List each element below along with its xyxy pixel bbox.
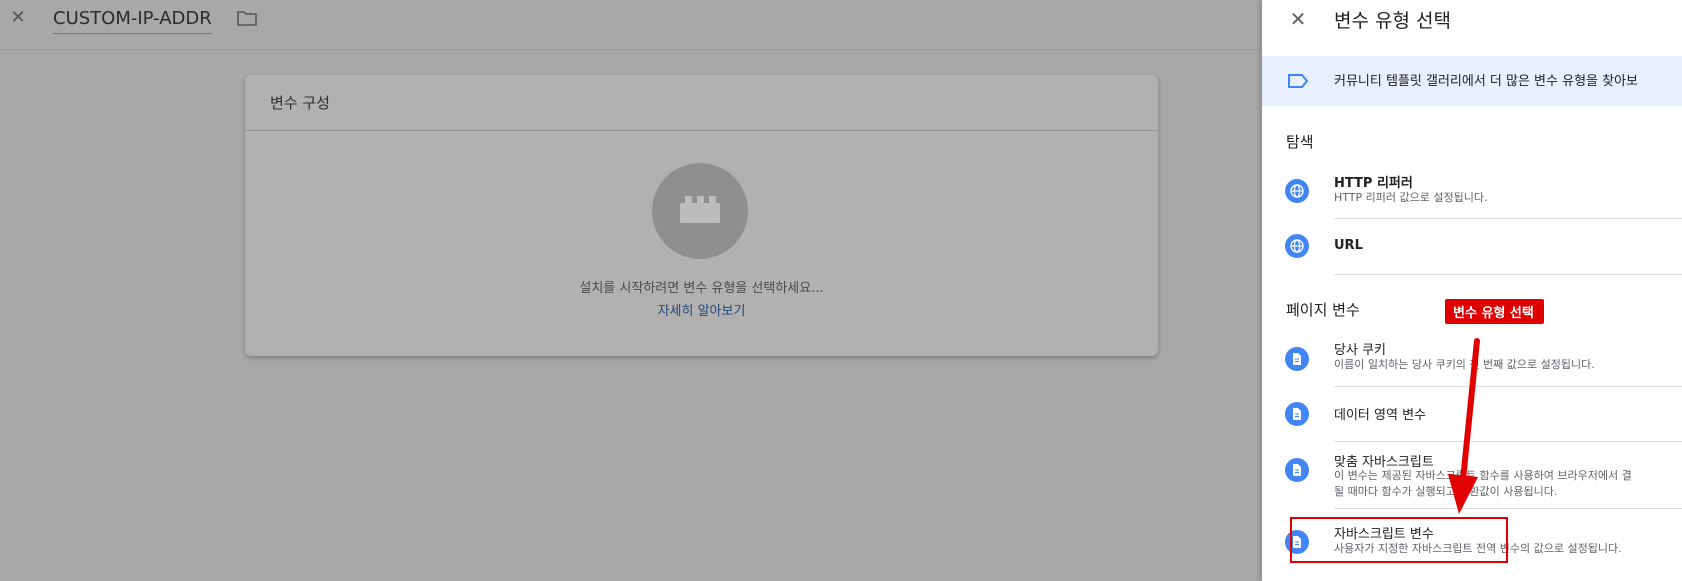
variable-type-http-referrer[interactable]: HTTP 리퍼러 HTTP 리퍼러 값으로 설정됩니다. bbox=[1262, 165, 1682, 220]
item-name: URL bbox=[1334, 238, 1363, 253]
choose-variable-type-panel: ✕ 변수 유형 선택 커뮤니티 템플릿 갤러리에서 더 많은 변수 유형을 찾아… bbox=[1262, 0, 1682, 581]
globe-icon bbox=[1285, 234, 1309, 258]
variable-type-first-party-cookie[interactable]: 당사 쿠키 이름이 일치하는 당사 쿠키의 첫 번째 값으로 설정됩니다. bbox=[1262, 332, 1682, 387]
section-heading-page-variables: 페이지 변수 bbox=[1286, 301, 1360, 319]
close-editor-icon[interactable]: ✕ bbox=[8, 8, 28, 28]
item-name: HTTP 리퍼러 bbox=[1334, 176, 1413, 191]
document-icon bbox=[1285, 458, 1309, 482]
building-block-icon[interactable] bbox=[652, 163, 748, 259]
item-description-line-2: 될 때마다 함수가 실행되고 반환값이 사용됩니다. bbox=[1334, 485, 1558, 498]
close-panel-icon[interactable]: ✕ bbox=[1286, 7, 1310, 31]
item-name: 당사 쿠키 bbox=[1334, 343, 1386, 358]
community-gallery-banner[interactable]: 커뮤니티 템플릿 갤러리에서 더 많은 변수 유형을 찾아보 bbox=[1262, 56, 1682, 106]
panel-title: 변수 유형 선택 bbox=[1334, 10, 1451, 32]
tag-icon bbox=[1288, 74, 1309, 88]
highlight-box bbox=[1290, 517, 1508, 563]
section-heading-navigation: 탐색 bbox=[1286, 133, 1314, 151]
learn-more-link[interactable]: 자세히 알아보기 bbox=[245, 300, 1158, 319]
item-divider bbox=[1334, 508, 1682, 509]
variable-type-custom-javascript[interactable]: 맞춤 자바스크립트 이 변수는 제공된 자바스크립트 함수를 사용하여 브라우저… bbox=[1262, 442, 1682, 510]
item-description: HTTP 리퍼러 값으로 설정됩니다. bbox=[1334, 191, 1488, 204]
item-divider bbox=[1334, 218, 1682, 219]
document-icon bbox=[1285, 402, 1309, 426]
card-title: 변수 구성 bbox=[270, 94, 330, 112]
item-description: 이름이 일치하는 당사 쿠키의 첫 번째 값으로 설정됩니다. bbox=[1334, 358, 1595, 371]
globe-icon bbox=[1285, 179, 1309, 203]
banner-text: 커뮤니티 템플릿 갤러리에서 더 많은 변수 유형을 찾아보 bbox=[1334, 74, 1639, 89]
item-description: 이 변수는 제공된 자바스크립트 함수를 사용하여 브라우저에서 결 bbox=[1334, 469, 1632, 482]
document-icon bbox=[1285, 347, 1309, 371]
card-hint-text: 설치를 시작하려면 변수 유형을 선택하세요... bbox=[579, 281, 824, 296]
variable-name-field[interactable]: CUSTOM-IP-ADDR bbox=[53, 8, 212, 34]
variable-type-url[interactable]: URL bbox=[1262, 220, 1682, 275]
folder-icon[interactable] bbox=[237, 10, 257, 26]
variable-type-data-layer-variable[interactable]: 데이터 영역 변수 bbox=[1262, 387, 1682, 442]
item-divider bbox=[1334, 274, 1682, 275]
annotation-callout: 변수 유형 선택 bbox=[1445, 299, 1544, 324]
variable-configuration-card[interactable]: 변수 구성 설치를 시작하려면 변수 유형을 선택하세요... 자세히 알아보기 bbox=[245, 75, 1158, 356]
variable-name-text: CUSTOM-IP-ADDR bbox=[53, 8, 212, 29]
card-divider bbox=[245, 130, 1158, 131]
editor-topbar: ✕ CUSTOM-IP-ADDR bbox=[0, 0, 1262, 50]
item-name: 데이터 영역 변수 bbox=[1334, 408, 1426, 423]
